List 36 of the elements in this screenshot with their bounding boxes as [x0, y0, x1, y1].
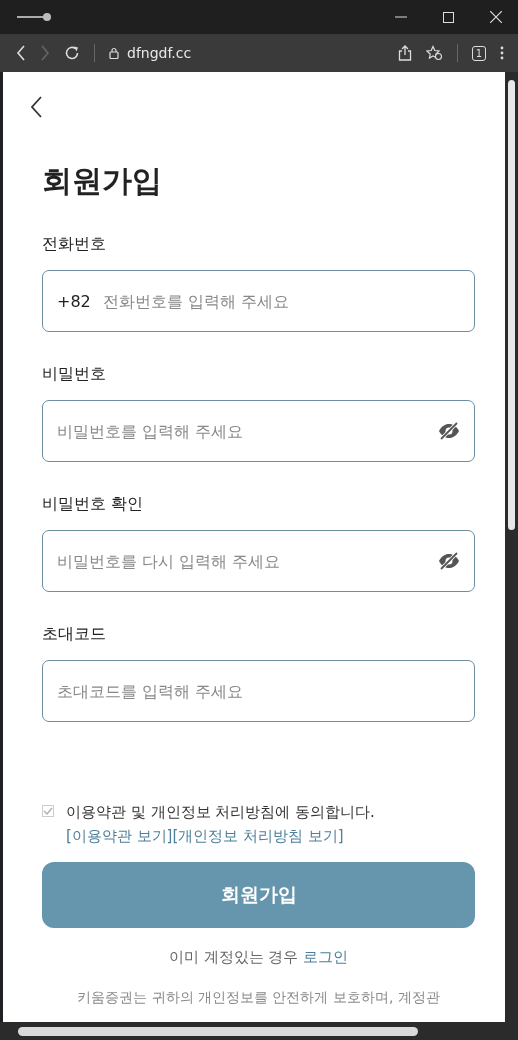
- vertical-scrollbar[interactable]: [505, 72, 518, 1022]
- phone-input[interactable]: 전화번호를 입력해 주세요: [102, 291, 460, 311]
- terms-link[interactable]: [개인정보 처리방침 보기]: [172, 827, 344, 845]
- address-bar-url[interactable]: dfngdf.cc: [127, 45, 192, 61]
- eye-slash-icon[interactable]: [438, 552, 460, 570]
- back-icon[interactable]: [30, 96, 42, 118]
- invite-code-input[interactable]: 초대코드를 입력해 주세요: [57, 681, 460, 701]
- share-icon[interactable]: [397, 45, 412, 61]
- invite-code-field[interactable]: 초대코드를 입력해 주세요: [42, 660, 475, 722]
- password-field[interactable]: 비밀번호를 다시 입력해 주세요: [42, 530, 475, 592]
- privacy-notice: 키움증권는 귀하의 개인정보를 안전하게 보호하며, 계정관: [76, 989, 441, 1007]
- star-add-icon[interactable]: [425, 45, 443, 61]
- slider-icon[interactable]: [16, 12, 52, 22]
- phone-field[interactable]: +82 전화번호를 입력해 주세요: [42, 270, 475, 332]
- agreement-text: 이용약관 및 개인정보 처리방침에 동의합니다. [이용약관 보기][개인정보 처리방침 보기]: [66, 802, 376, 847]
- field-label: 전화번호: [42, 234, 107, 255]
- login-prompt: 이미 계정있는 경우 로그인: [167, 948, 350, 967]
- close-icon[interactable]: [490, 11, 502, 23]
- eye-slash-icon[interactable]: [438, 422, 460, 440]
- password-input[interactable]: 비밀번호를 다시 입력해 주세요: [57, 551, 426, 571]
- signup-button[interactable]: 회원가입: [42, 862, 475, 928]
- menu-icon[interactable]: [500, 46, 504, 60]
- field-label: 초대코드: [42, 624, 107, 645]
- terms-link[interactable]: [이용약관 보기]: [66, 827, 173, 845]
- country-code: +82: [57, 291, 91, 311]
- horizontal-scrollbar[interactable]: [0, 1022, 518, 1040]
- password-input[interactable]: 비밀번호를 입력해 주세요: [57, 421, 426, 441]
- field-label: 비밀번호 확인: [42, 494, 145, 515]
- maximize-icon[interactable]: [443, 11, 454, 23]
- login-link[interactable]: 로그인: [303, 948, 349, 966]
- reload-icon[interactable]: [64, 45, 80, 61]
- tab-count-button[interactable]: 1: [471, 45, 486, 61]
- lock-icon[interactable]: [109, 47, 119, 59]
- password-field[interactable]: 비밀번호를 입력해 주세요: [42, 400, 475, 462]
- page-title: 회원가입: [42, 162, 163, 200]
- field-label: 비밀번호: [42, 364, 107, 385]
